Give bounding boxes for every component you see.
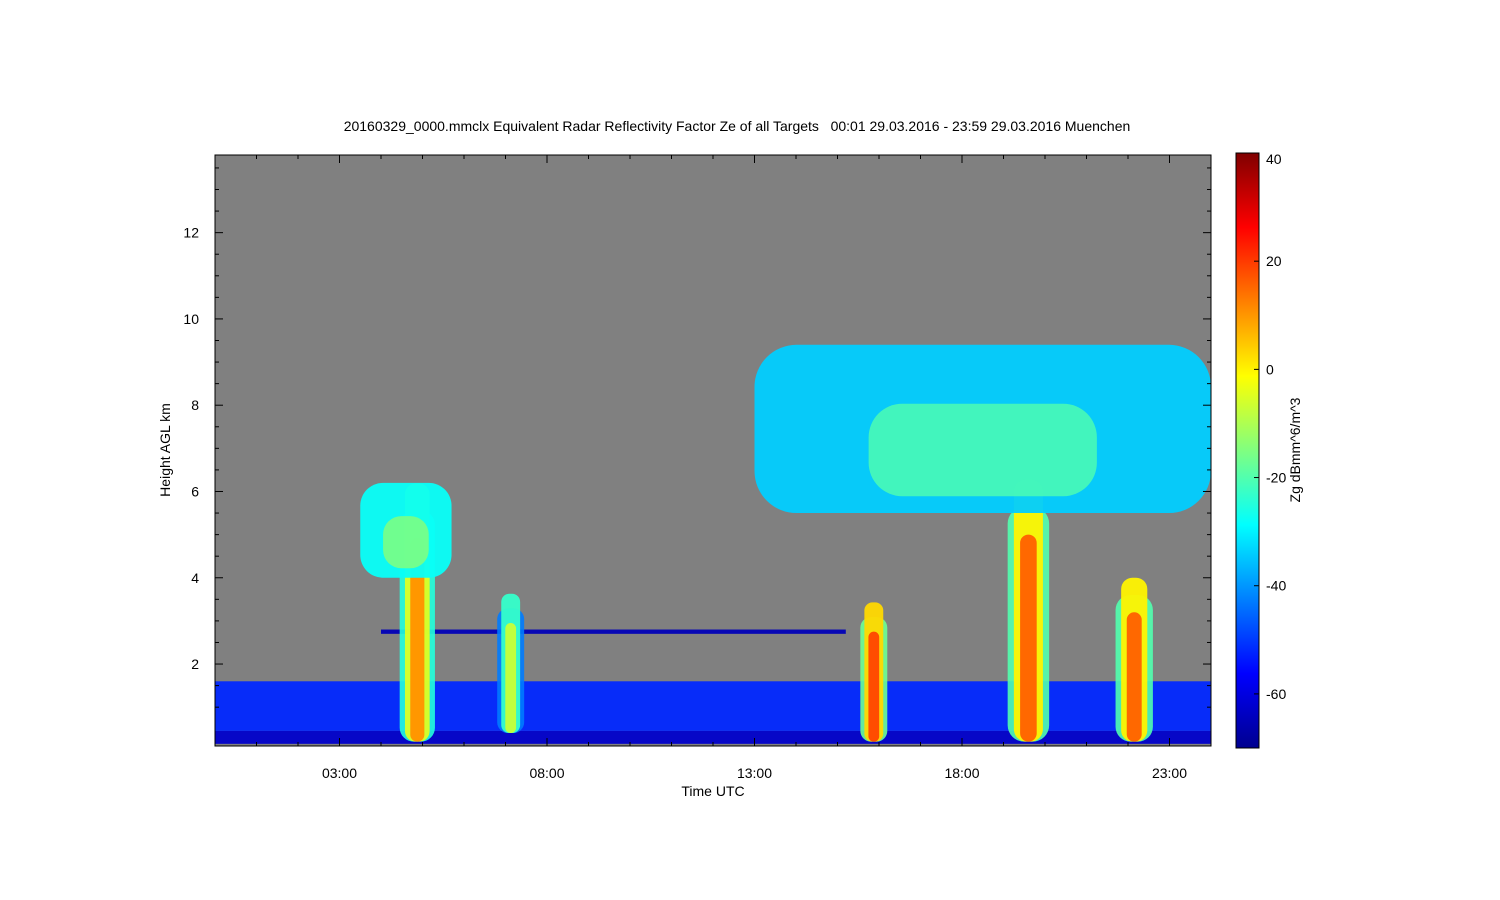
y-tick-label: 4 — [191, 570, 199, 586]
colorbar-gradient — [1235, 152, 1260, 749]
colorbar-tick-label: -20 — [1266, 470, 1286, 486]
colorbar: 40 20 0 -20 -40 -60 — [1235, 151, 1286, 749]
echo-upper-cloud-deck — [754, 344, 1211, 514]
x-tick-label: 23:00 — [1152, 765, 1187, 781]
plot-area — [215, 155, 1211, 746]
echo-mid-level-cloud-03-30 — [360, 482, 452, 578]
echo-shower-22-00 — [1115, 577, 1153, 742]
chart-title: 20160329_0000.mmclx Equivalent Radar Ref… — [344, 118, 1131, 134]
x-tick-label: 18:00 — [944, 765, 979, 781]
y-tick-label: 12 — [183, 225, 199, 241]
chart: 20160329_0000.mmclx Equivalent Radar Ref… — [157, 118, 1303, 799]
echo-shower-15-50 — [860, 602, 888, 742]
echo-echo-line-2-7-km — [381, 629, 846, 634]
colorbar-tick-label: 20 — [1266, 253, 1282, 269]
y-axis-label: Height AGL km — [157, 403, 173, 497]
echo-low-echo-layer — [215, 681, 1211, 731]
echo-shower-07-10 — [497, 593, 525, 734]
y-tick-label: 8 — [191, 397, 199, 413]
colorbar-tick-label: -60 — [1266, 686, 1286, 702]
x-tick-label: 03:00 — [322, 765, 357, 781]
colorbar-tick-label: -40 — [1266, 578, 1286, 594]
x-tick-label: 13:00 — [737, 765, 772, 781]
y-tick-label: 6 — [191, 483, 199, 499]
y-tick-label: 2 — [191, 656, 199, 672]
colorbar-label: Zg dBmm^6/m^3 — [1287, 397, 1303, 502]
echo-shower-19-30 — [1007, 479, 1050, 742]
echo-near-surface-clutter-band — [215, 730, 1211, 744]
colorbar-tick-label: 0 — [1266, 361, 1274, 377]
x-tick-label: 08:00 — [529, 765, 564, 781]
x-axis-label: Time UTC — [681, 783, 744, 799]
colorbar-tick-label: 40 — [1266, 151, 1282, 167]
y-tick-label: 10 — [183, 311, 199, 327]
